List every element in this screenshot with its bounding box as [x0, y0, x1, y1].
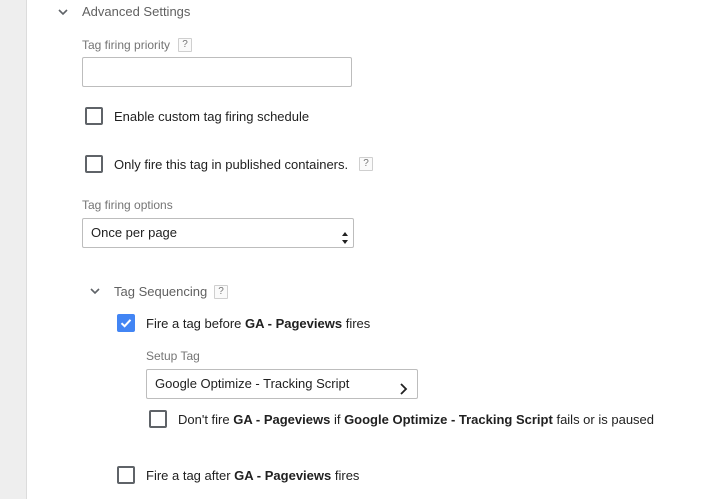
dont-fire-tag-name: GA - Pageviews: [233, 412, 331, 427]
tag-firing-priority-label: Tag firing priority: [82, 38, 171, 52]
tag-firing-options-label: Tag firing options: [82, 198, 173, 212]
published-only-help-icon[interactable]: ?: [359, 157, 373, 171]
tag-firing-priority-input[interactable]: [82, 57, 352, 87]
dont-fire-part2: if: [333, 412, 341, 427]
tag-sequencing-help-icon[interactable]: ?: [214, 285, 228, 299]
fire-before-prefix: Fire a tag before: [146, 316, 242, 331]
fire-after-checkbox[interactable]: [117, 466, 135, 484]
left-rail: [0, 0, 27, 499]
up-down-arrows-icon: [341, 227, 349, 255]
dont-fire-label[interactable]: Don't fire GA - Pageviews if Google Opti…: [178, 412, 654, 427]
custom-schedule-label[interactable]: Enable custom tag firing schedule: [114, 109, 309, 124]
custom-schedule-checkbox[interactable]: [85, 107, 103, 125]
setup-tag-value: Google Optimize - Tracking Script: [155, 376, 350, 391]
dont-fire-setup-name: Google Optimize - Tracking Script: [344, 412, 553, 427]
fire-before-suffix: fires: [345, 316, 371, 331]
priority-help-icon[interactable]: ?: [178, 38, 192, 52]
tag-sequencing-title[interactable]: Tag Sequencing: [114, 284, 207, 299]
tag-firing-options-select[interactable]: Once per page: [82, 218, 354, 248]
fire-before-checkbox[interactable]: [117, 314, 135, 332]
tag-firing-options-value: Once per page: [91, 225, 178, 240]
fire-after-tag-name: GA - Pageviews: [234, 468, 332, 483]
check-icon: [120, 319, 132, 328]
fire-before-label[interactable]: Fire a tag before GA - Pageviews fires: [146, 316, 370, 331]
published-only-checkbox[interactable]: [85, 155, 103, 173]
dont-fire-checkbox[interactable]: [149, 410, 167, 428]
advanced-settings-title[interactable]: Advanced Settings: [82, 4, 190, 19]
chevron-down-icon[interactable]: [88, 284, 102, 298]
setup-tag-label: Setup Tag: [146, 349, 200, 363]
chevron-right-icon: [399, 378, 409, 406]
fire-before-tag-name: GA - Pageviews: [245, 316, 343, 331]
fire-after-label[interactable]: Fire a tag after GA - Pageviews fires: [146, 468, 359, 483]
setup-tag-picker[interactable]: Google Optimize - Tracking Script: [146, 369, 418, 399]
dont-fire-part1: Don't fire: [178, 412, 230, 427]
fire-after-suffix: fires: [334, 468, 360, 483]
fire-after-prefix: Fire a tag after: [146, 468, 231, 483]
dont-fire-part3: fails or is paused: [556, 412, 655, 427]
chevron-down-icon[interactable]: [56, 5, 70, 19]
published-only-label[interactable]: Only fire this tag in published containe…: [114, 157, 348, 172]
